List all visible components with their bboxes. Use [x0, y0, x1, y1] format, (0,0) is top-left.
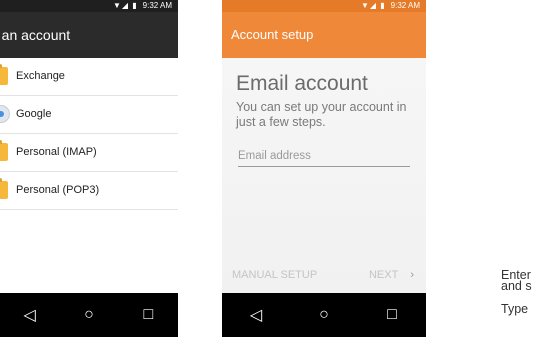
status-time: 9:32 AM	[390, 1, 420, 10]
chevron-right-icon: ›	[410, 269, 414, 281]
back-icon[interactable]: ◁	[15, 300, 45, 330]
app-bar: d an account	[0, 12, 178, 58]
back-icon[interactable]: ◁	[241, 300, 271, 330]
manual-setup-button[interactable]: MANUAL SETUP	[232, 269, 317, 281]
list-item-google[interactable]: Google	[0, 96, 178, 134]
caption-instruction: Enter and s	[501, 269, 546, 293]
list-item-label: Exchange	[16, 70, 65, 82]
setup-heading: Email account	[236, 72, 368, 95]
recents-icon[interactable]: □	[377, 300, 407, 330]
list-item-personal-pop3[interactable]: Personal (POP3)	[0, 172, 178, 210]
setup-description: You can set up your account in just a fe…	[236, 100, 407, 129]
status-bar: ▼◢ ▮ 9:32 AM	[222, 0, 426, 12]
account-type-list: Exchange Google Personal (IMAP) Personal…	[0, 58, 178, 293]
caption-line: and s	[501, 279, 532, 293]
list-item-label: Personal (POP3)	[16, 184, 100, 196]
nav-bar: ◁ ○ □	[222, 293, 426, 337]
list-item-exchange[interactable]: Exchange	[0, 58, 178, 96]
setup-bottom-bar: MANUAL SETUP NEXT ›	[222, 261, 426, 293]
status-time: 9:32 AM	[142, 1, 172, 10]
google-icon	[0, 105, 10, 123]
status-bar: ▼◢ ▮ 9:32 AM	[0, 0, 178, 12]
next-button[interactable]: NEXT ›	[369, 269, 414, 281]
phone-account-setup-screen: ▼◢ ▮ 9:32 AM Account setup Email account …	[222, 0, 426, 337]
folder-icon	[0, 140, 8, 161]
folder-icon	[0, 178, 8, 199]
status-icons: ▼◢ ▮	[360, 1, 386, 10]
page-title: Account setup	[231, 27, 314, 42]
status-icons: ▼◢ ▮	[112, 1, 138, 10]
nav-bar: ◁ ○ □	[0, 293, 178, 337]
home-icon[interactable]: ○	[74, 300, 104, 330]
recents-icon[interactable]: □	[133, 300, 163, 330]
app-bar: Account setup	[222, 12, 426, 58]
home-icon[interactable]: ○	[309, 300, 339, 330]
list-item-personal-imap[interactable]: Personal (IMAP)	[0, 134, 178, 172]
folder-icon	[0, 64, 8, 85]
list-item-label: Google	[16, 108, 52, 120]
list-item-label: Personal (IMAP)	[16, 146, 97, 158]
page-title: d an account	[0, 27, 71, 43]
caption-line: Type	[501, 302, 529, 316]
phone-add-account-screen: ▼◢ ▮ 9:32 AM d an account Exchange Google…	[0, 0, 178, 337]
next-label: NEXT	[368, 269, 399, 281]
setup-body: Email account You can set up your accoun…	[222, 58, 426, 293]
email-address-input[interactable]	[238, 146, 410, 167]
